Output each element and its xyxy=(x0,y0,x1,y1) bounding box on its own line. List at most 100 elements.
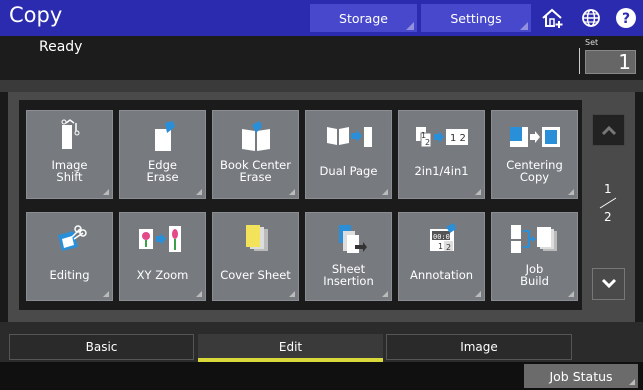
title-bar: Copy Storage Settings ? xyxy=(0,0,643,36)
annotation-icon: 00:00 1 2 xyxy=(429,223,456,252)
storage-button[interactable]: Storage xyxy=(310,4,417,32)
function-label: Editing xyxy=(29,269,110,281)
page-up-button[interactable] xyxy=(592,114,625,146)
function-label: XY Zoom xyxy=(122,269,203,281)
status-text: Ready xyxy=(39,39,83,55)
svg-text:1: 1 xyxy=(438,242,443,251)
book-center-erase-label: Book Center Erase xyxy=(220,158,291,184)
submenu-indicator-icon xyxy=(568,291,574,297)
settings-label: Settings xyxy=(450,10,502,26)
tab-label: Edit xyxy=(278,340,303,354)
function-label: Centering Copy xyxy=(494,159,575,183)
function-label: Annotation xyxy=(401,269,482,281)
svg-text:00:00: 00:00 xyxy=(433,233,454,241)
function-grid: Image Shift Edge Erase Book Center Erase xyxy=(19,100,582,310)
cover-sheet-icon xyxy=(245,225,268,251)
svg-text:2: 2 xyxy=(446,243,451,252)
function-label: Cover Sheet xyxy=(215,269,296,281)
page-divider-icon xyxy=(599,197,617,209)
centering-copy-label: Centering Copy xyxy=(506,158,563,184)
dual-page-icon xyxy=(326,127,372,147)
submenu-indicator-icon xyxy=(196,189,202,195)
2in1-4in1-button[interactable]: 1 2 1 2 2in1/4in1 xyxy=(398,110,485,199)
annotation-label: Annotation xyxy=(409,268,474,282)
globe-icon xyxy=(581,9,600,27)
sheet-insertion-button[interactable]: Sheet Insertion xyxy=(305,212,392,301)
separator-band xyxy=(0,80,643,92)
svg-text:2: 2 xyxy=(425,138,430,147)
centering-copy-icon xyxy=(509,127,560,147)
total-pages: 2 xyxy=(604,210,612,224)
dual-page-label: Dual Page xyxy=(319,164,378,178)
edge-erase-button[interactable]: Edge Erase xyxy=(119,110,206,199)
job-status-label: Job Status xyxy=(549,368,613,384)
sheet-insertion-icon xyxy=(338,225,367,253)
page-indicator: 1 2 xyxy=(592,182,626,232)
image-shift-button[interactable]: Image Shift xyxy=(26,110,113,199)
svg-text:?: ? xyxy=(621,11,629,27)
cover-sheet-button[interactable]: Cover Sheet xyxy=(212,212,299,301)
tab-bar: Basic Edit Image xyxy=(0,322,643,362)
function-label: Edge Erase xyxy=(122,159,203,183)
submenu-indicator-icon xyxy=(629,379,635,385)
submenu-indicator-icon xyxy=(289,189,295,195)
edge-erase-label: Edge Erase xyxy=(146,158,179,184)
app-title: Copy xyxy=(9,3,63,27)
function-label: Job Build xyxy=(494,263,575,287)
tab-label: Basic xyxy=(85,340,118,354)
2in1-4in1-label: 2in1/4in1 xyxy=(414,164,469,178)
function-label: Dual Page xyxy=(308,165,389,177)
xy-zoom-icon xyxy=(138,226,181,252)
centering-copy-button[interactable]: Centering Copy xyxy=(491,110,578,199)
submenu-indicator-icon xyxy=(475,291,481,297)
editing-button[interactable]: Editing xyxy=(26,212,113,301)
submenu-indicator-icon xyxy=(475,189,481,195)
sheet-insertion-label: Sheet Insertion xyxy=(323,262,374,288)
help-icon: ? xyxy=(615,8,636,28)
submenu-indicator-icon xyxy=(103,189,109,195)
image-shift-label: Image Shift xyxy=(51,158,88,184)
copy-set-counter[interactable]: Set 1 xyxy=(579,38,637,76)
divider xyxy=(579,48,580,74)
current-page: 1 xyxy=(604,182,612,196)
job-status-button[interactable]: Job Status xyxy=(524,364,638,388)
settings-button[interactable]: Settings xyxy=(421,4,531,32)
function-label: Image Shift xyxy=(29,159,110,183)
annotation-button[interactable]: 00:00 1 2 Annotation xyxy=(398,212,485,301)
tab-label: Image xyxy=(460,340,498,354)
image-shift-icon xyxy=(61,119,79,149)
submenu-indicator-icon xyxy=(382,291,388,297)
submenu-indicator-icon xyxy=(289,291,295,297)
set-value[interactable]: 1 xyxy=(585,50,636,74)
job-build-button[interactable]: Job Build xyxy=(491,212,578,301)
editing-label: Editing xyxy=(49,268,90,282)
tab-image[interactable]: Image xyxy=(386,334,572,360)
function-label: Book Center Erase xyxy=(215,159,296,183)
help-button[interactable]: ? xyxy=(607,4,643,32)
book-center-erase-icon xyxy=(241,121,270,151)
editing-icon xyxy=(57,225,87,251)
function-label: 2in1/4in1 xyxy=(401,165,482,177)
dual-page-button[interactable]: Dual Page xyxy=(305,110,392,199)
submenu-indicator-icon xyxy=(196,291,202,297)
language-button[interactable] xyxy=(572,4,609,32)
submenu-indicator-icon xyxy=(103,291,109,297)
book-center-erase-button[interactable]: Book Center Erase xyxy=(212,110,299,199)
home-add-icon xyxy=(541,8,562,28)
2in1-4in1-icon: 1 2 1 2 xyxy=(415,127,468,148)
tab-edit[interactable]: Edit xyxy=(198,334,383,362)
edge-erase-icon xyxy=(154,121,175,151)
submenu-indicator-icon xyxy=(382,189,388,195)
storage-label: Storage xyxy=(339,10,388,26)
chevron-up-icon xyxy=(601,125,616,136)
home-add-button[interactable] xyxy=(534,4,571,32)
function-label: Sheet Insertion xyxy=(308,263,389,287)
tab-basic[interactable]: Basic xyxy=(9,334,194,360)
xy-zoom-button[interactable]: XY Zoom xyxy=(119,212,206,301)
corner-indicator-icon xyxy=(520,22,528,30)
cover-sheet-label: Cover Sheet xyxy=(220,268,291,282)
chevron-down-icon xyxy=(601,278,616,289)
job-build-label: Job Build xyxy=(520,262,549,288)
page-down-button[interactable] xyxy=(592,268,625,300)
svg-text:1 2: 1 2 xyxy=(450,133,466,144)
